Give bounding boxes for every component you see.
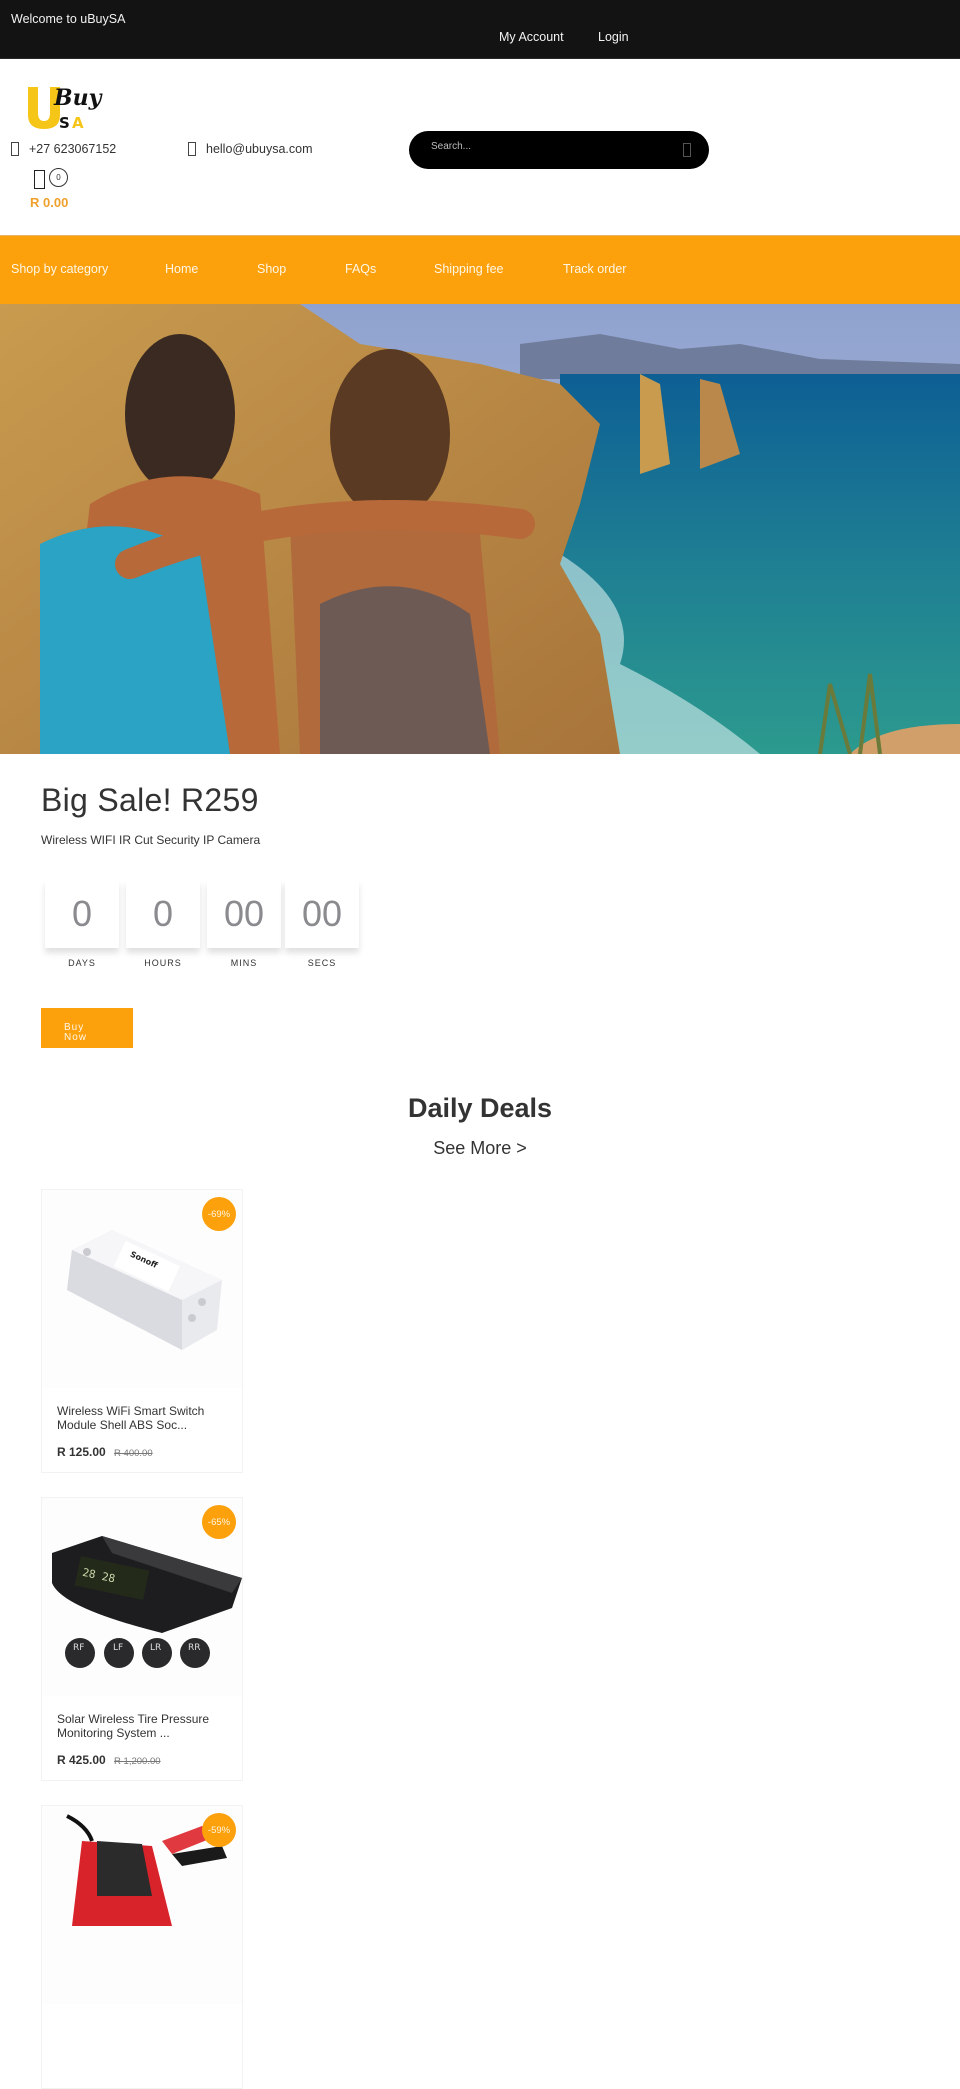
search-icon[interactable] — [683, 143, 691, 157]
original-price: R 1,200.00 — [114, 1756, 161, 1767]
top-bar: Welcome to uBuySA My Account Login — [0, 0, 960, 59]
product-name-line1: Wireless WiFi Smart Switch — [57, 1404, 205, 1418]
current-price: R 425.00 — [57, 1753, 106, 1767]
discount-badge: -59% — [202, 1813, 236, 1847]
nav-home[interactable]: Home — [165, 262, 198, 276]
cart-button[interactable]: 0 — [34, 168, 68, 189]
nav-shipping-fee[interactable]: Shipping fee — [434, 262, 504, 276]
svg-text:S: S — [59, 114, 70, 132]
discount-badge: -69% — [202, 1197, 236, 1231]
main-nav: Shop by category Home Shop FAQs Shipping… — [0, 235, 960, 304]
email-icon — [188, 142, 196, 156]
nav-track-order[interactable]: Track order — [563, 262, 626, 276]
welcome-text: Welcome to uBuySA — [11, 12, 126, 26]
cart-total: R 0.00 — [30, 195, 69, 210]
svg-text:RR: RR — [188, 1643, 201, 1653]
countdown-days-label: DAYS — [68, 958, 96, 968]
phone-contact: +27 623067152 — [11, 142, 116, 156]
countdown-hours: 0 — [126, 880, 200, 948]
product-card[interactable]: 28 28 RF LF LR RR -65% Solar Wireless Ti… — [41, 1497, 243, 1781]
shopping-bag-icon — [34, 170, 45, 189]
countdown-days: 0 — [45, 880, 119, 948]
phone-icon — [11, 142, 19, 156]
svg-text:LF: LF — [113, 1643, 123, 1653]
product-name[interactable]: Solar Wireless Tire Pressure Monitoring … — [57, 1712, 237, 1740]
buy-now-label-line2: Now — [64, 1032, 88, 1043]
ubuysa-logo-icon: Buy S A — [28, 85, 104, 132]
nav-shop-by-category[interactable]: Shop by category — [11, 262, 108, 276]
countdown-secs-label: SECS — [307, 958, 337, 968]
email-address: hello@ubuysa.com — [206, 142, 313, 156]
countdown-secs: 00 — [285, 880, 359, 948]
product-price: R 125.00 R 400.00 — [57, 1445, 153, 1459]
cart-count-badge: 0 — [49, 168, 68, 187]
svg-text:A: A — [72, 114, 84, 132]
countdown-mins: 00 — [207, 880, 281, 948]
email-contact: hello@ubuysa.com — [188, 142, 313, 156]
svg-text:Buy: Buy — [53, 85, 104, 111]
countdown-hours-label: HOURS — [144, 958, 182, 968]
see-more-link[interactable]: See More > — [0, 1138, 960, 1159]
hero-banner[interactable] — [0, 304, 960, 754]
nav-faqs[interactable]: FAQs — [345, 262, 376, 276]
nav-shop[interactable]: Shop — [257, 262, 286, 276]
product-name[interactable]: Wireless WiFi Smart Switch Module Shell … — [57, 1404, 237, 1432]
countdown-mins-label: MINS — [230, 958, 258, 968]
daily-deals-title: Daily Deals — [407, 1093, 553, 1123]
search-bar — [409, 131, 709, 169]
discount-badge: -65% — [202, 1505, 236, 1539]
product-card[interactable]: -59% — [41, 1805, 243, 2089]
product-card[interactable]: Sonoff -69% Wireless WiFi Smart Switch M… — [41, 1189, 243, 1473]
sale-product-name: Wireless WIFI IR Cut Security IP Camera — [41, 833, 261, 847]
product-name-line1: Solar Wireless Tire Pressure — [57, 1712, 210, 1726]
phone-number: +27 623067152 — [29, 142, 117, 156]
my-account-link[interactable]: My Account — [499, 30, 564, 44]
product-price: R 425.00 R 1,200.00 — [57, 1753, 161, 1767]
sale-title: Big Sale! R259 — [41, 782, 259, 818]
site-logo[interactable]: Buy S A — [24, 83, 110, 133]
svg-text:LR: LR — [150, 1643, 161, 1653]
product-name-line2: Monitoring System ... — [57, 1726, 170, 1740]
product-name-line2: Module Shell ABS Soc... — [57, 1418, 188, 1432]
original-price: R 400.00 — [114, 1448, 153, 1459]
svg-text:RF: RF — [73, 1643, 84, 1653]
login-link[interactable]: Login — [598, 30, 629, 44]
current-price: R 125.00 — [57, 1445, 106, 1459]
search-input[interactable] — [431, 141, 651, 152]
hero-image — [0, 304, 960, 754]
buy-now-button[interactable]: Buy Now — [41, 1008, 133, 1048]
